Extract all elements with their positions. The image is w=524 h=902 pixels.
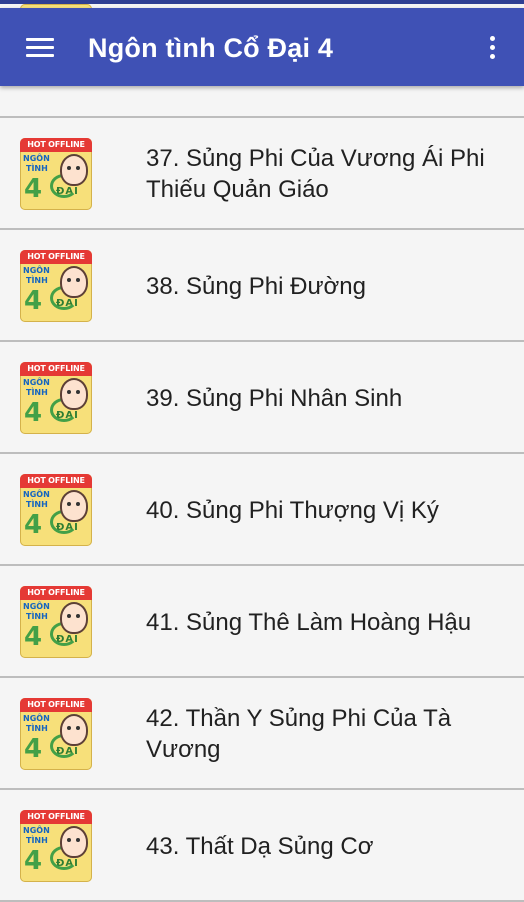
thumbnail-eye [67,614,71,618]
list-item[interactable]: HOT OFFLINE NGÔN TÌNH 4 ĐẠI 41. Sủng Thê Làm … [0,566,524,678]
more-vert-icon[interactable] [480,30,504,66]
thumbnail-eye [67,390,71,394]
thumbnail-word: TÌNH [26,836,48,845]
thumbnail-word: NGÔN [23,266,50,275]
story-thumbnail: HOT OFFLINE NGÔN TÌNH 4 ĐẠI [20,586,92,658]
thumbnail-face [60,714,88,746]
list-item[interactable]: HOT OFFLINE NGÔN TÌNH 4 ĐẠI 37. Sủng Phi Của … [0,118,524,230]
thumbnail-ribbon: HOT OFFLINE [20,586,92,600]
thumbnail-eye [76,166,80,170]
thumbnail-ribbon: HOT OFFLINE [20,810,92,824]
story-title: 42. Thần Y Sủng Phi Của Tà Vương [146,705,452,763]
thumbnail-ribbon: HOT OFFLINE [20,698,92,712]
thumbnail-eye [76,614,80,618]
thumbnail-face [60,266,88,298]
story-thumbnail: HOT OFFLINE NGÔN TÌNH 4 ĐẠI [20,698,92,770]
thumbnail-eye [76,502,80,506]
thumbnail-ribbon: HOT OFFLINE [20,250,92,264]
list-item[interactable]: HOT OFFLINE NGÔN TÌNH 4 ĐẠI 40. Sủng Phi Thượ… [0,454,524,566]
thumbnail-word: NGÔN [23,378,50,387]
thumbnail-face [60,826,88,858]
thumbnail-word: TÌNH [26,388,48,397]
story-title: 41. Sủng Thê Làm Hoàng Hậu [146,609,472,636]
thumbnail-eye [67,166,71,170]
list-item[interactable]: HOT OFFLINE NGÔN TÌNH 4 ĐẠI 43. Thất Dạ Sủng … [0,790,524,902]
thumbnail-word: TÌNH [26,500,48,509]
thumbnail-face [60,602,88,634]
thumbnail-number: 4 [24,734,43,764]
thumbnail-number: 4 [24,510,43,540]
thumbnail-word: NGÔN [23,602,50,611]
thumbnail-word: NGÔN [23,826,50,835]
story-thumbnail: HOT OFFLINE NGÔN TÌNH 4 ĐẠI [20,250,92,322]
thumbnail-word: TÌNH [26,612,48,621]
thumbnail-word: NGÔN [23,154,50,163]
story-thumbnail: HOT OFFLINE NGÔN TÌNH 4 ĐẠI [20,138,92,210]
list-item[interactable]: HOT OFFLINE NGÔN TÌNH 4 ĐẠI 42. Thần Y Sủng P… [0,678,524,790]
thumbnail-face [60,490,88,522]
thumbnail-number: 4 [24,174,43,204]
thumbnail-face [60,154,88,186]
thumbnail-ribbon: HOT OFFLINE [20,362,92,376]
thumbnail-word: TÌNH [26,276,48,285]
app-title: Ngôn tình Cổ Đại 4 [88,33,334,63]
app-bar: Ngôn tình Cổ Đại 4 [0,8,524,86]
thumbnail-eye [76,726,80,730]
thumbnail-eye [67,278,71,282]
story-title: 43. Thất Dạ Sủng Cơ [146,833,374,860]
thumbnail-ribbon: HOT OFFLINE [20,138,92,152]
story-thumbnail: HOT OFFLINE NGÔN TÌNH 4 ĐẠI [20,474,92,546]
thumbnail-word: NGÔN [23,714,50,723]
story-title: 39. Sủng Phi Nhân Sinh [146,385,403,412]
story-thumbnail: HOT OFFLINE NGÔN TÌNH 4 ĐẠI [20,362,92,434]
thumbnail-number: 4 [24,286,43,316]
thumbnail-eye [67,726,71,730]
story-title: 38. Sủng Phi Đường [146,273,366,300]
thumbnail-eye [76,390,80,394]
thumbnail-eye [67,502,71,506]
story-title: 40. Sủng Phi Thượng Vị Ký [146,497,439,524]
thumbnail-eye [76,838,80,842]
thumbnail-number: 4 [24,622,43,652]
list-item[interactable]: HOT OFFLINE NGÔN TÌNH 4 ĐẠI 38. Sủng Phi Đườn… [0,230,524,342]
thumbnail-number: 4 [24,398,43,428]
thumbnail-word: TÌNH [26,164,48,173]
story-thumbnail: HOT OFFLINE NGÔN TÌNH 4 ĐẠI [20,810,92,882]
thumbnail-face [60,378,88,410]
thumbnail-word: TÌNH [26,724,48,733]
thumbnail-ribbon: HOT OFFLINE [20,474,92,488]
list-item[interactable]: HOT OFFLINE NGÔN TÌNH 4 ĐẠI 39. Sủng Phi Nhân… [0,342,524,454]
thumbnail-number: 4 [24,846,43,876]
thumbnail-word: NGÔN [23,490,50,499]
thumbnail-eye [76,278,80,282]
thumbnail-eye [67,838,71,842]
hamburger-menu-icon[interactable] [22,30,58,66]
story-title: 37. Sủng Phi Của Vương Ái Phi Thiếu Quản… [146,145,485,203]
